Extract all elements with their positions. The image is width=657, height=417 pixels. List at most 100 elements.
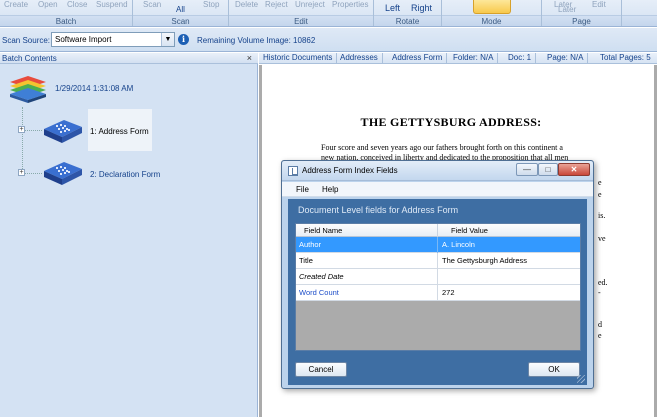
dialog-title: Address Form Index Fields — [302, 166, 398, 175]
close-icon[interactable]: × — [247, 53, 252, 63]
batch-node-label[interactable]: 1/29/2014 1:31:08 AM — [55, 84, 133, 93]
maximize-button[interactable]: □ — [538, 163, 558, 176]
resize-grip-icon[interactable] — [577, 375, 585, 383]
total-pages-cell: Total Pages: 5 — [600, 53, 651, 62]
field-value-cell[interactable]: 272 — [442, 288, 455, 297]
document-fragment: ve — [598, 234, 606, 243]
grid-header: Field Name Field Value — [296, 224, 580, 237]
batch-contents-panel: Batch Contents × 1/29/2014 1:31:08 AM + … — [0, 53, 258, 417]
dialog-body: Document Level fields for Address Form F… — [288, 199, 587, 385]
column-divider — [437, 224, 438, 237]
menu-file[interactable]: File — [296, 185, 309, 194]
dialog-titlebar[interactable]: Address Form Index Fields — □ ✕ — [282, 161, 593, 181]
column-header-field-value[interactable]: Field Value — [451, 226, 488, 235]
page-group-title: Page — [542, 15, 621, 26]
tree-node-address-form[interactable]: 1: Address Form — [90, 127, 149, 136]
suspend-button[interactable]: Suspend — [96, 0, 128, 9]
tree-line — [22, 107, 23, 173]
ribbon: Create Open Close Suspend Batch Scan All… — [0, 0, 657, 27]
scan-all-button[interactable]: All — [176, 5, 185, 14]
field-name-cell: Created Date — [299, 272, 344, 281]
page-edit-button[interactable]: Edit — [592, 0, 606, 9]
chevron-down-icon[interactable]: ▼ — [161, 33, 174, 46]
overflow-group-title — [622, 15, 657, 26]
document-title: THE GETTYSBURG ADDRESS: — [360, 115, 542, 129]
tree-line — [22, 130, 42, 131]
table-row[interactable]: Author A. Lincoln — [296, 237, 580, 253]
delete-button[interactable]: Delete — [235, 0, 258, 9]
section-label: Document Level fields for Address Form — [298, 205, 459, 215]
expand-icon[interactable]: + — [18, 169, 25, 176]
tree-line — [22, 173, 42, 174]
close-batch-button[interactable]: Close — [67, 0, 87, 9]
scan-toolbar: Scan Source: Software Import ▼ i Remaini… — [0, 28, 657, 52]
field-name-cell: Word Count — [299, 288, 339, 297]
ribbon-group-page: Later Later Edit Page — [542, 0, 622, 26]
properties-button[interactable]: Properties — [332, 0, 368, 9]
menu-help[interactable]: Help — [322, 185, 338, 194]
column-header-field-name[interactable]: Field Name — [304, 226, 342, 235]
folder-cell: Folder: N/A — [449, 53, 499, 64]
batch-stack-icon[interactable] — [8, 74, 48, 104]
field-value-cell[interactable]: The Gettysburgh Address — [442, 256, 527, 265]
document-fragment: ed. — [598, 278, 608, 287]
batch-contents-title: Batch Contents — [2, 54, 57, 63]
scan-source-select[interactable]: Software Import ▼ — [51, 32, 175, 47]
batch-group-title: Batch — [0, 15, 132, 26]
ribbon-group-rotate: Left Right Rotate — [374, 0, 442, 26]
unreject-button[interactable]: Unreject — [295, 0, 325, 9]
scan-button[interactable]: Scan — [143, 0, 161, 9]
doc-category-cell: Addresses — [336, 53, 383, 64]
dialog-menubar: File Help — [282, 182, 593, 197]
form-book-icon[interactable] — [42, 117, 84, 145]
document-fragment: e — [598, 178, 602, 187]
create-button[interactable]: Create — [4, 0, 28, 9]
page-later-label: Later — [558, 5, 577, 14]
info-icon[interactable]: i — [178, 34, 189, 45]
batch-contents-header: Batch Contents × — [0, 53, 258, 64]
cell-divider — [437, 269, 438, 285]
cancel-button[interactable]: Cancel — [295, 362, 347, 377]
document-fragment: is. — [598, 211, 606, 220]
doc-class-cell: Historic Documents — [259, 53, 338, 64]
close-button[interactable]: ✕ — [558, 163, 590, 176]
minimize-button[interactable]: — — [516, 163, 538, 176]
ok-button[interactable]: OK — [528, 362, 580, 377]
mode-active-button[interactable] — [473, 0, 511, 14]
document-fragment: d — [598, 320, 602, 329]
document-fragment: - — [598, 288, 601, 297]
ribbon-group-overflow — [622, 0, 657, 26]
edit-group-title: Edit — [229, 15, 373, 26]
table-row[interactable]: Word Count 272 — [296, 285, 580, 301]
page-number-cell: Page: N/A — [543, 53, 589, 64]
field-value-cell[interactable]: A. Lincoln — [442, 240, 475, 249]
reject-button[interactable]: Reject — [265, 0, 288, 9]
open-button[interactable]: Open — [38, 0, 58, 9]
mode-group-title: Mode — [442, 15, 541, 26]
expand-icon[interactable]: + — [18, 126, 25, 133]
table-row[interactable]: Created Date — [296, 269, 580, 285]
rotate-left-button[interactable]: Left — [385, 4, 400, 13]
table-row[interactable]: Title The Gettysburgh Address — [296, 253, 580, 269]
stop-button[interactable]: Stop — [203, 0, 219, 9]
doc-type-cell: Address Form — [388, 53, 448, 64]
scan-source-label: Scan Source: — [2, 36, 51, 45]
ribbon-group-edit: Delete Reject Unreject Properties Edit — [229, 0, 374, 26]
document-fragment: e — [598, 331, 602, 340]
ribbon-group-scan: Scan All Stop Scan — [133, 0, 229, 26]
remaining-volume-label: Remaining Volume Image: 10862 — [197, 36, 316, 45]
ribbon-group-batch: Create Open Close Suspend Batch — [0, 0, 133, 26]
index-fields-dialog: Address Form Index Fields — □ ✕ File Hel… — [281, 160, 594, 389]
document-info-bar: Historic Documents Addresses Address For… — [259, 53, 657, 64]
document-line: Four score and seven years ago our fathe… — [321, 143, 563, 152]
form-book-icon[interactable] — [42, 159, 84, 187]
tree-node-declaration-form[interactable]: 2: Declaration Form — [90, 170, 160, 179]
cell-divider — [437, 237, 438, 253]
field-name-cell: Title — [299, 256, 313, 265]
document-fragment: e — [598, 190, 602, 199]
scan-source-value: Software Import — [55, 35, 112, 44]
rotate-right-button[interactable]: Right — [411, 4, 432, 13]
cell-divider — [437, 253, 438, 269]
index-fields-grid: Field Name Field Value Author A. Lincoln… — [295, 223, 581, 351]
scan-group-title: Scan — [133, 15, 228, 26]
